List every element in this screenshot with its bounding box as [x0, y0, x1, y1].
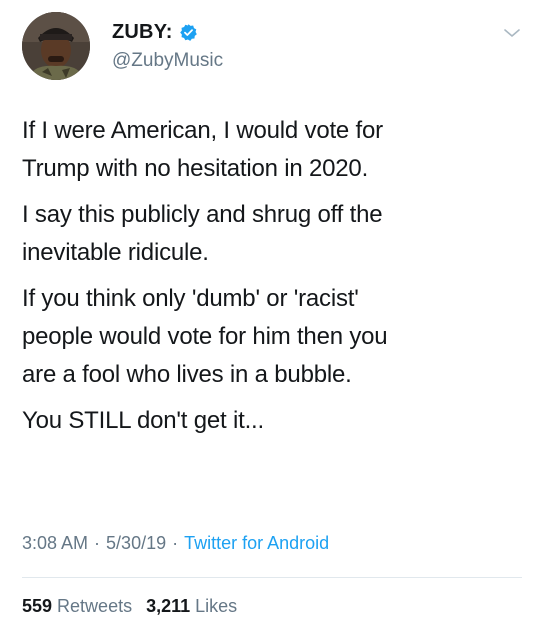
likes-label: Likes: [195, 596, 238, 616]
tweet-date[interactable]: 5/30/19: [106, 533, 166, 554]
tweet-paragraph: I say this publicly and shrug off the in…: [22, 201, 383, 266]
meta-separator: ·: [94, 533, 101, 553]
retweets-label: Retweets: [57, 596, 133, 616]
author-names: ZUBY: @ZubyMusic: [112, 19, 223, 72]
chevron-down-icon[interactable]: [502, 26, 522, 40]
likes-count: 3,211: [146, 596, 191, 616]
tweet-meta: 3:08 AM · 5/30/19 · Twitter for Android: [22, 533, 329, 554]
display-name-row: ZUBY:: [112, 19, 223, 45]
retweets-count: 559: [22, 596, 53, 616]
retweets-stat[interactable]: 559 Retweets: [22, 596, 132, 617]
handle[interactable]: @ZubyMusic: [112, 50, 223, 72]
display-name[interactable]: ZUBY:: [112, 21, 173, 44]
verified-badge-icon: [179, 23, 198, 42]
tweet-paragraph: If I were American, I would vote for Tru…: [22, 117, 383, 182]
meta-separator: ·: [172, 533, 179, 553]
tweet-stats: 559 Retweets 3,211 Likes: [22, 596, 251, 617]
tweet-time[interactable]: 3:08 AM: [22, 533, 88, 554]
tweet-source-link[interactable]: Twitter for Android: [184, 533, 329, 554]
tweet-header: ZUBY: @ZubyMusic: [22, 12, 522, 80]
tweet-paragraph: If you think only 'dumb' or 'racist' peo…: [22, 285, 388, 388]
tweet-text: If I were American, I would vote for Tru…: [22, 112, 522, 448]
tweet-paragraph: You STILL don't get it...: [22, 407, 264, 434]
tweet-card: ZUBY: @ZubyMusic If I were American, I w…: [0, 0, 540, 632]
divider: [22, 577, 522, 578]
avatar[interactable]: [22, 12, 90, 80]
likes-stat[interactable]: 3,211 Likes: [146, 596, 237, 617]
